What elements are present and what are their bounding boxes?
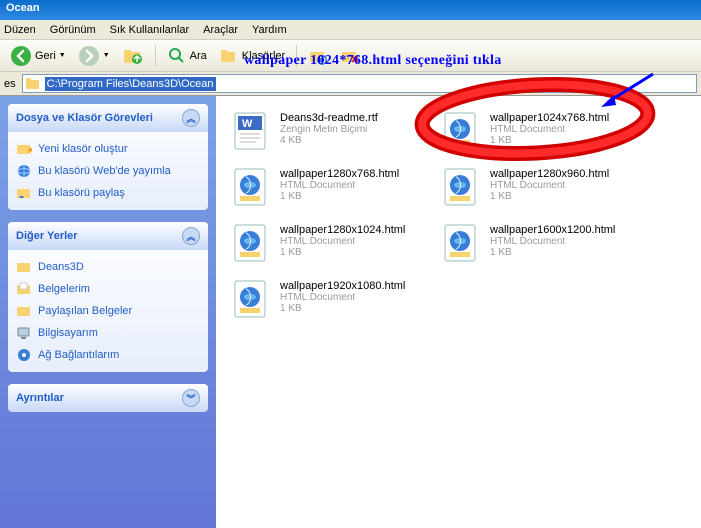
html-icon — [230, 222, 272, 264]
computer-icon — [16, 325, 32, 341]
new-folder-icon: ✴ — [16, 141, 32, 157]
details-panel-title: Ayrıntılar — [16, 392, 64, 404]
window-titlebar: Ocean — [0, 0, 701, 20]
place-my-docs[interactable]: Belgelerim — [16, 278, 200, 300]
file-item[interactable]: wallpaper1024x768.htmlHTML Document1 KB — [436, 106, 646, 162]
back-icon — [10, 45, 32, 67]
place-label: Deans3D — [38, 261, 84, 273]
file-size: 4 KB — [280, 135, 378, 146]
tasks-panel-title: Dosya ve Klasör Görevleri — [16, 112, 153, 124]
file-type: HTML Document — [490, 236, 615, 247]
collapse-icon[interactable]: ︽ — [182, 109, 200, 127]
window-title: Ocean — [6, 2, 40, 14]
file-size: 1 KB — [490, 135, 609, 146]
documents-icon — [16, 281, 32, 297]
menu-tools[interactable]: Araçlar — [203, 24, 238, 36]
tasks-panel: Dosya ve Klasör Görevleri ︽ ✴ Yeni klasö… — [8, 104, 208, 210]
task-share-folder[interactable]: Bu klasörü paylaş — [16, 182, 200, 204]
network-icon — [16, 347, 32, 363]
address-path: C:\Program Files\Deans3D\Ocean — [45, 77, 216, 91]
task-label: Bu klasörü Web'de yayımla — [38, 165, 171, 177]
file-name: wallpaper1280x768.html — [280, 168, 399, 180]
file-name: wallpaper1024x768.html — [490, 112, 609, 124]
task-label: Bu klasörü paylaş — [38, 187, 125, 199]
file-type: HTML Document — [280, 180, 399, 191]
file-name: Deans3d-readme.rtf — [280, 112, 378, 124]
file-size: 1 KB — [490, 191, 609, 202]
place-label: Bilgisayarım — [38, 327, 98, 339]
file-name: wallpaper1280x1024.html — [280, 224, 405, 236]
place-deans3d[interactable]: Deans3D — [16, 256, 200, 278]
menubar: Düzen Görünüm Sık Kullanılanlar Araçlar … — [0, 20, 701, 40]
address-bar: es C:\Program Files\Deans3D\Ocean — [0, 72, 701, 96]
file-item[interactable]: wallpaper1280x1024.htmlHTML Document1 KB — [226, 218, 436, 274]
file-name: wallpaper1280x960.html — [490, 168, 609, 180]
sidebar: Dosya ve Klasör Görevleri ︽ ✴ Yeni klasö… — [0, 96, 216, 528]
file-list: W Deans3d-readme.rtfZengin Metin Biçimi4 … — [216, 96, 701, 528]
folder-icon — [16, 259, 32, 275]
search-label: Ara — [190, 50, 207, 62]
search-button[interactable]: Ara — [163, 44, 211, 68]
annotation-text: wallpaper 1024*768.html seçeneğini tıkla — [244, 53, 502, 69]
file-size: 1 KB — [280, 191, 399, 202]
folders-icon — [219, 46, 239, 66]
file-name: wallpaper1600x1200.html — [490, 224, 615, 236]
file-type: Zengin Metin Biçimi — [280, 124, 378, 135]
menu-help[interactable]: Yardım — [252, 24, 287, 36]
up-button[interactable] — [118, 43, 148, 69]
globe-icon — [16, 163, 32, 179]
search-icon — [167, 46, 187, 66]
collapse-icon[interactable]: ︽ — [182, 227, 200, 245]
dropdown-icon: ▼ — [103, 52, 110, 59]
dropdown-icon: ▼ — [59, 52, 66, 59]
place-my-computer[interactable]: Bilgisayarım — [16, 322, 200, 344]
folder-up-icon — [122, 45, 144, 67]
file-size: 1 KB — [280, 303, 405, 314]
file-size: 1 KB — [280, 247, 405, 258]
file-type: HTML Document — [280, 292, 405, 303]
menu-favorites[interactable]: Sık Kullanılanlar — [110, 24, 190, 36]
file-type: HTML Document — [490, 180, 609, 191]
svg-text:✴: ✴ — [26, 145, 32, 157]
details-panel: Ayrıntılar ︾ — [8, 384, 208, 412]
html-icon — [230, 278, 272, 320]
menu-view[interactable]: Görünüm — [50, 24, 96, 36]
menu-edit[interactable]: Düzen — [4, 24, 36, 36]
file-item[interactable]: wallpaper1280x960.htmlHTML Document1 KB — [436, 162, 646, 218]
task-label: Yeni klasör oluştur — [38, 143, 127, 155]
place-label: Belgelerim — [38, 283, 90, 295]
back-button[interactable]: Geri ▼ — [6, 43, 70, 69]
svg-text:W: W — [242, 118, 253, 130]
file-type: HTML Document — [280, 236, 405, 247]
place-shared-docs[interactable]: Paylaşılan Belgeler — [16, 300, 200, 322]
html-icon — [440, 110, 482, 152]
file-item[interactable]: wallpaper1920x1080.htmlHTML Document1 KB — [226, 274, 436, 330]
file-item[interactable]: W Deans3d-readme.rtfZengin Metin Biçimi4 … — [226, 106, 436, 162]
html-icon — [440, 222, 482, 264]
share-icon — [16, 185, 32, 201]
address-input[interactable]: C:\Program Files\Deans3D\Ocean — [22, 74, 697, 93]
shared-folder-icon — [16, 303, 32, 319]
rtf-icon: W — [230, 110, 272, 152]
places-panel-title: Diğer Yerler — [16, 230, 78, 242]
folder-icon — [25, 76, 41, 92]
address-label: es — [4, 78, 16, 90]
file-size: 1 KB — [490, 247, 615, 258]
place-network[interactable]: Ağ Bağlantılarım — [16, 344, 200, 366]
place-label: Ağ Bağlantılarım — [38, 349, 119, 361]
file-item[interactable]: wallpaper1280x768.htmlHTML Document1 KB — [226, 162, 436, 218]
file-item[interactable]: wallpaper1600x1200.htmlHTML Document1 KB — [436, 218, 646, 274]
forward-icon — [78, 45, 100, 67]
places-panel: Diğer Yerler ︽ Deans3D Belgelerim Paylaş… — [8, 222, 208, 372]
expand-icon[interactable]: ︾ — [182, 389, 200, 407]
file-name: wallpaper1920x1080.html — [280, 280, 405, 292]
back-label: Geri — [35, 50, 56, 62]
forward-button[interactable]: ▼ — [74, 43, 114, 69]
task-new-folder[interactable]: ✴ Yeni klasör oluştur — [16, 138, 200, 160]
html-icon — [440, 166, 482, 208]
place-label: Paylaşılan Belgeler — [38, 305, 132, 317]
html-icon — [230, 166, 272, 208]
task-publish-web[interactable]: Bu klasörü Web'de yayımla — [16, 160, 200, 182]
file-type: HTML Document — [490, 124, 609, 135]
